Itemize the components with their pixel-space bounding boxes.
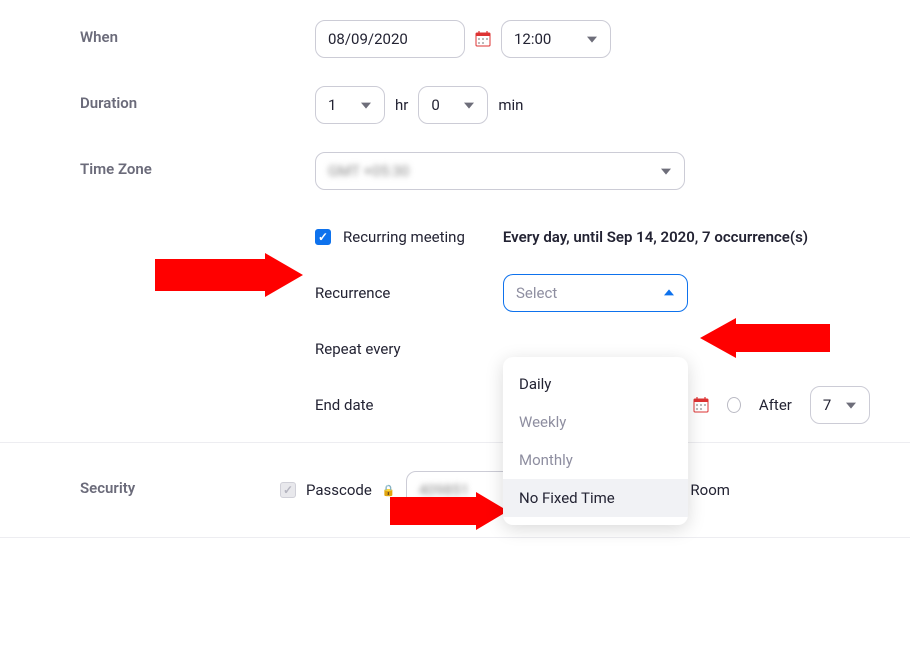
- recurrence-option-daily[interactable]: Daily: [503, 365, 688, 403]
- recurrence-option-monthly[interactable]: Monthly: [503, 441, 688, 479]
- divider: [0, 442, 910, 443]
- min-label: min: [498, 96, 523, 114]
- when-time-select[interactable]: 12:00: [501, 20, 611, 58]
- recurring-meeting-checkbox[interactable]: [315, 229, 331, 245]
- timezone-label: Time Zone: [80, 152, 315, 178]
- end-date-label: End date: [315, 396, 462, 414]
- timezone-select[interactable]: GMT +05:30: [315, 152, 685, 190]
- recurring-meeting-label: Recurring meeting: [343, 228, 465, 246]
- lock-icon: 🔒: [382, 484, 396, 497]
- recurrence-summary: Every day, until Sep 14, 2020, 7 occurre…: [503, 228, 808, 246]
- when-label: When: [80, 20, 315, 46]
- when-date-input[interactable]: 08/09/2020: [315, 20, 465, 58]
- duration-minutes-select[interactable]: 0: [418, 86, 488, 124]
- duration-label: Duration: [80, 86, 315, 112]
- timezone-value: GMT +05:30: [328, 162, 409, 180]
- divider: [0, 537, 910, 538]
- passcode-value: 409851: [419, 481, 470, 499]
- passcode-checkbox: [280, 482, 296, 498]
- calendar-icon[interactable]: [475, 31, 491, 47]
- recurrence-option-weekly[interactable]: Weekly: [503, 403, 688, 441]
- annotation-arrow-icon: [155, 253, 305, 297]
- end-after-radio[interactable]: [727, 397, 741, 413]
- recurrence-select[interactable]: Select: [503, 274, 688, 312]
- passcode-label: Passcode: [306, 481, 372, 499]
- after-label: After: [759, 396, 792, 414]
- duration-hours-select[interactable]: 1: [315, 86, 385, 124]
- recurrence-label: Recurrence: [315, 284, 485, 302]
- repeat-every-label: Repeat every: [315, 340, 485, 358]
- calendar-icon[interactable]: [693, 397, 709, 413]
- hr-label: hr: [395, 96, 408, 114]
- security-label: Security: [80, 471, 280, 497]
- recurrence-option-no-fixed-time[interactable]: No Fixed Time: [503, 479, 688, 517]
- after-occurrences-select[interactable]: 7: [810, 386, 870, 424]
- recurrence-dropdown[interactable]: Daily Weekly Monthly No Fixed Time: [503, 357, 688, 525]
